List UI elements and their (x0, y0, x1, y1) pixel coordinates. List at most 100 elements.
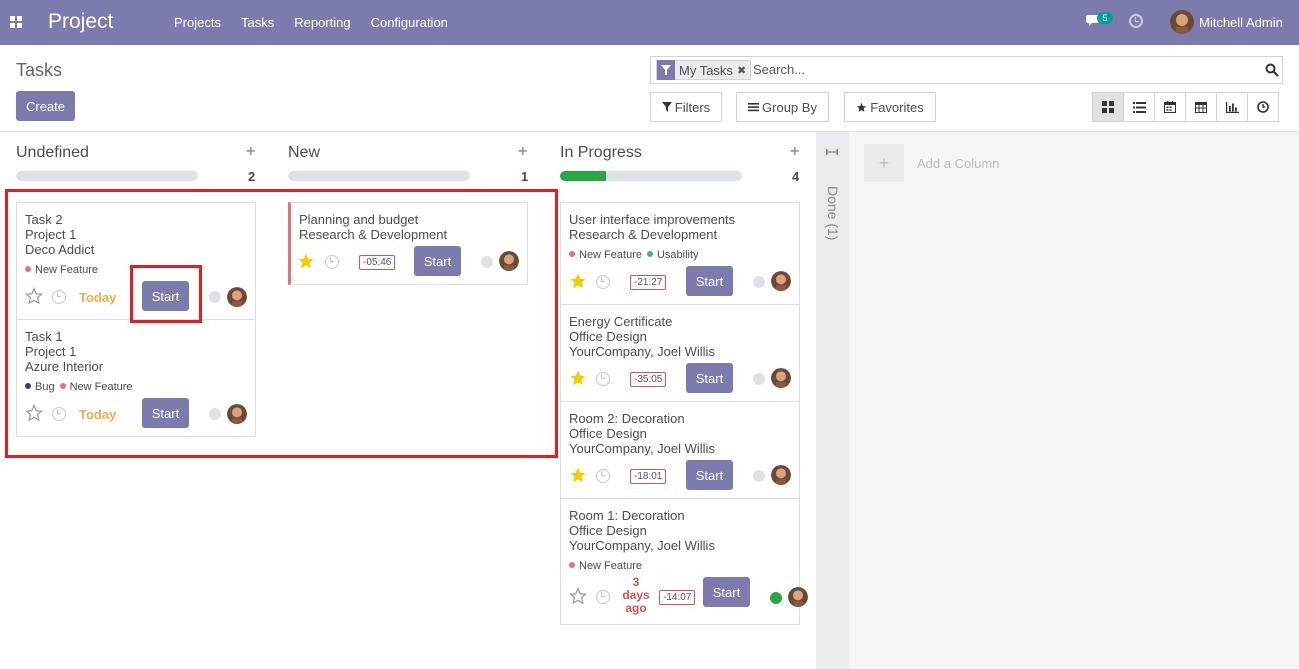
search-input[interactable] (753, 62, 1253, 77)
kanban-icon (1102, 101, 1114, 113)
card-tags: New Feature Usability (569, 249, 699, 261)
column-progress-bar[interactable] (560, 171, 742, 181)
pivot-view-button[interactable] (1185, 92, 1217, 122)
column-count: 1 (521, 169, 529, 184)
favorites-label: Favorites (870, 99, 924, 115)
star-icon (857, 102, 867, 112)
activity-view-button[interactable] (1247, 92, 1279, 122)
filters-label: Filters (674, 99, 711, 115)
quick-create-icon[interactable]: + (790, 143, 799, 161)
tag: Usability (647, 249, 699, 261)
card-project: Office Design (569, 426, 647, 441)
add-column-label[interactable]: Add a Column (917, 156, 999, 171)
star-icon[interactable] (569, 587, 587, 605)
create-button[interactable]: Create (16, 91, 75, 121)
column-progress-bar[interactable] (16, 171, 198, 181)
quick-create-icon[interactable]: + (246, 143, 255, 161)
card-customer: YourCompany, Joel Willis (569, 538, 715, 553)
activity-clock-icon[interactable] (1129, 14, 1143, 28)
apps-menu-icon[interactable] (10, 16, 22, 28)
search-facet: My Tasks ✖ (656, 60, 752, 80)
column-title[interactable]: New (288, 144, 320, 162)
activity-clock-icon[interactable] (596, 275, 610, 289)
search-bar[interactable]: My Tasks ✖ (650, 56, 1283, 84)
timer-badge: -21:27 (630, 275, 667, 290)
chat-count-badge: 5 (1097, 12, 1113, 24)
facet-remove-icon[interactable]: ✖ (737, 64, 750, 77)
star-icon[interactable] (569, 272, 587, 290)
overdue-suffix: ago (625, 601, 647, 615)
assignee-avatar (771, 465, 791, 485)
kanban-board: Undefined + 2 Task 2 Project 1 Deco Addi… (0, 132, 1299, 669)
search-icon[interactable] (1265, 63, 1279, 77)
tag: New Feature (569, 249, 642, 261)
bars-icon (748, 103, 760, 112)
card-project: Office Design (569, 523, 647, 538)
app-brand[interactable]: Project (48, 10, 113, 34)
graph-view-button[interactable] (1216, 92, 1248, 122)
unfold-arrows-icon[interactable] (826, 148, 838, 156)
kanban-card[interactable]: Room 2: Decoration Office Design YourCom… (560, 401, 800, 499)
star-icon[interactable] (569, 369, 587, 387)
star-icon[interactable] (569, 466, 587, 484)
activity-clock-icon[interactable] (596, 590, 610, 604)
kanban-view-button[interactable] (1092, 92, 1124, 122)
user-avatar[interactable] (1170, 10, 1194, 34)
table-icon (1195, 101, 1207, 113)
calendar-view-button[interactable] (1154, 92, 1186, 122)
start-button[interactable]: Start (686, 266, 733, 296)
column-title[interactable]: In Progress (560, 144, 642, 162)
kanban-card[interactable]: Energy Certificate Office Design YourCom… (560, 304, 800, 402)
kanban-state-dot[interactable] (770, 592, 782, 604)
add-column-button[interactable]: + (864, 144, 904, 182)
add-column-area: + Add a Column (849, 132, 1299, 669)
menu-item-tasks[interactable]: Tasks (231, 0, 284, 45)
kanban-card[interactable]: Room 1: Decoration Office Design YourCom… (560, 498, 808, 625)
kanban-state-dot[interactable] (753, 470, 765, 482)
view-switcher (1092, 92, 1279, 122)
quick-create-icon[interactable]: + (518, 143, 527, 161)
bar-chart-icon (1225, 101, 1239, 113)
column-progress-bar[interactable] (288, 171, 470, 181)
folded-column-label: Done (1) (825, 186, 841, 241)
kanban-card[interactable]: User interface improvements Research & D… (560, 202, 800, 305)
column-title[interactable]: Undefined (16, 144, 89, 162)
list-view-button[interactable] (1123, 92, 1155, 122)
filters-button[interactable]: Filters (650, 92, 722, 122)
kanban-state-dot[interactable] (753, 276, 765, 288)
column-count: 4 (792, 169, 800, 184)
card-title: User interface improvements (569, 212, 736, 227)
card-customer: YourCompany, Joel Willis (569, 344, 715, 359)
start-button[interactable]: Start (686, 460, 733, 490)
highlight-box-cards (5, 189, 558, 458)
clock-icon (1257, 101, 1269, 113)
menu-item-reporting[interactable]: Reporting (284, 0, 360, 45)
menu-item-configuration[interactable]: Configuration (361, 0, 458, 45)
card-title: Room 1: Decoration (569, 508, 685, 523)
assignee-avatar (771, 368, 791, 388)
control-panel: Tasks Create My Tasks ✖ Filters Group By… (0, 45, 1299, 132)
top-navbar: Project Projects Tasks Reporting Configu… (0, 0, 1299, 45)
activity-clock-icon[interactable] (596, 469, 610, 483)
filter-icon (657, 60, 675, 80)
column-count: 2 (248, 169, 256, 184)
card-project: Office Design (569, 329, 647, 344)
calendar-icon (1164, 101, 1176, 113)
group-by-label: Group By (762, 99, 817, 115)
main-menu: Projects Tasks Reporting Configuration (164, 0, 458, 45)
menu-item-projects[interactable]: Projects (164, 0, 231, 45)
user-name[interactable]: Mitchell Admin (1199, 15, 1283, 30)
start-button[interactable]: Start (686, 363, 733, 393)
kanban-state-dot[interactable] (753, 373, 765, 385)
timer-badge: -14:07 (659, 590, 696, 605)
activity-clock-icon[interactable] (596, 372, 610, 386)
favorites-button[interactable]: Favorites (844, 92, 936, 122)
timer-badge: -35:05 (630, 372, 667, 387)
card-title: Energy Certificate (569, 314, 673, 329)
card-title: Room 2: Decoration (569, 411, 685, 426)
assignee-avatar (788, 587, 808, 607)
folded-column-done[interactable]: Done (1) (816, 132, 849, 669)
assignee-avatar (771, 271, 791, 291)
start-button[interactable]: Start (703, 577, 750, 607)
group-by-button[interactable]: Group By (736, 92, 829, 122)
